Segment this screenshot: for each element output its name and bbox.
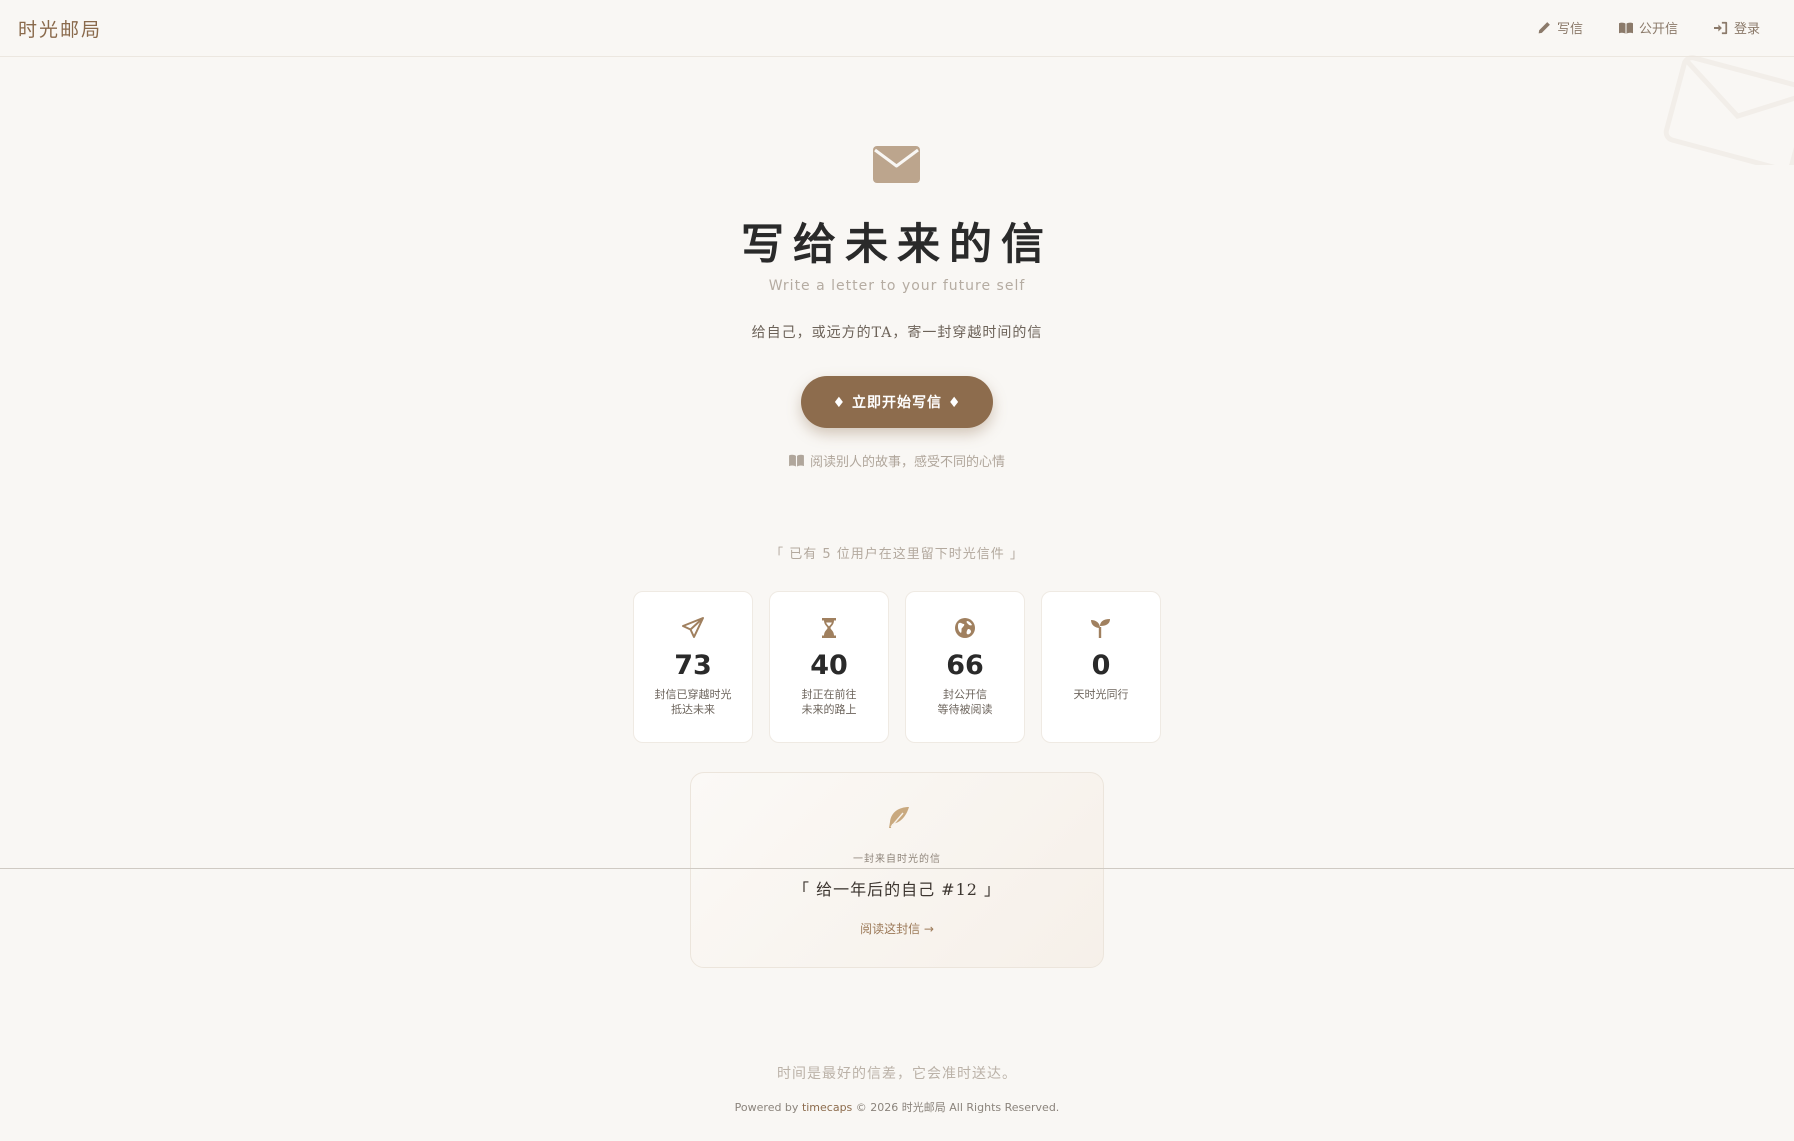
page-subtitle: Write a letter to your future self [768, 278, 1026, 294]
decorative-envelope-icon [1663, 55, 1794, 165]
stat-value: 0 [1091, 650, 1111, 681]
top-nav: 写信 公开信 登录 [1537, 18, 1760, 37]
read-stories-label: 阅读别人的故事，感受不同的心情 [809, 455, 1005, 470]
user-count-line: 「 已有 5 位用户在这里留下时光信件 」 [770, 547, 1024, 562]
pencil-icon [1538, 21, 1550, 33]
stat-label: 封正在前往 未来的路上 [801, 688, 857, 716]
stat-card-public: 66 封公开信 等待被阅读 [905, 591, 1025, 743]
featured-letter-card[interactable]: 一封来自时光的信 「 给一年后的自己 #12 」 阅读这封信 → [690, 772, 1104, 968]
powered-by-link[interactable]: timecaps [802, 1101, 852, 1114]
hourglass-icon [822, 618, 836, 638]
stat-card-in-transit: 40 封正在前往 未来的路上 [769, 591, 889, 743]
letter-caption: 一封来自时光的信 [853, 854, 941, 865]
horizontal-divider [0, 868, 1794, 869]
stat-card-delivered: 73 封信已穿越时光 抵达未来 [633, 591, 753, 743]
hero-description: 给自己，或远方的TA，寄一封穿越时间的信 [751, 325, 1043, 341]
stat-value: 40 [810, 650, 848, 681]
envelope-icon [873, 146, 920, 183]
globe-icon [955, 618, 975, 638]
nav-write-label: 写信 [1556, 22, 1583, 37]
nav-write[interactable]: 写信 [1537, 18, 1583, 37]
feather-icon [889, 807, 909, 828]
copyright-text: © 2026 时光邮局 All Rights Reserved. [855, 1101, 1060, 1114]
stat-value: 66 [946, 650, 984, 681]
read-letter-link[interactable]: 阅读这封信 → [691, 920, 1103, 937]
seedling-icon [1091, 619, 1110, 638]
stat-label: 天时光同行 [1073, 688, 1129, 701]
book-icon [1618, 22, 1633, 34]
stat-value: 73 [674, 650, 712, 681]
powered-by-label: Powered by [734, 1101, 799, 1114]
nav-public-letters[interactable]: 公开信 [1618, 18, 1678, 37]
letter-title: 「 给一年后的自己 #12 」 [792, 880, 1002, 899]
start-writing-button[interactable]: ♦ 立即开始写信 ♦ [801, 376, 993, 428]
footer-copyright: Powered by timecaps © 2026 时光邮局 All Righ… [0, 1099, 1794, 1115]
login-icon [1713, 21, 1728, 34]
footer-quote: 时间是最好的信差，它会准时送达。 [777, 1066, 1017, 1082]
read-stories-link[interactable]: 阅读别人的故事，感受不同的心情 [0, 451, 1794, 470]
nav-login-label: 登录 [1733, 22, 1760, 37]
stat-card-days: 0 天时光同行 [1041, 591, 1161, 743]
top-bar: 时光邮局 写信 公开信 登录 [0, 0, 1794, 57]
page: 时光邮局 写信 公开信 登录 写给未来的信 Write a letter to … [0, 0, 1794, 1141]
brand-logo[interactable]: 时光邮局 [18, 15, 102, 42]
stats-row: 73 封信已穿越时光 抵达未来 40 封正在前往 未来的路上 66 封公开信 等… [633, 591, 1161, 743]
nav-login[interactable]: 登录 [1713, 18, 1760, 37]
paper-plane-icon [682, 617, 704, 638]
stat-label: 封公开信 等待被阅读 [937, 688, 993, 716]
page-title: 写给未来的信 [741, 220, 1053, 270]
stat-label: 封信已穿越时光 抵达未来 [654, 688, 732, 716]
book-icon [789, 454, 804, 467]
nav-public-letters-label: 公开信 [1638, 22, 1678, 37]
